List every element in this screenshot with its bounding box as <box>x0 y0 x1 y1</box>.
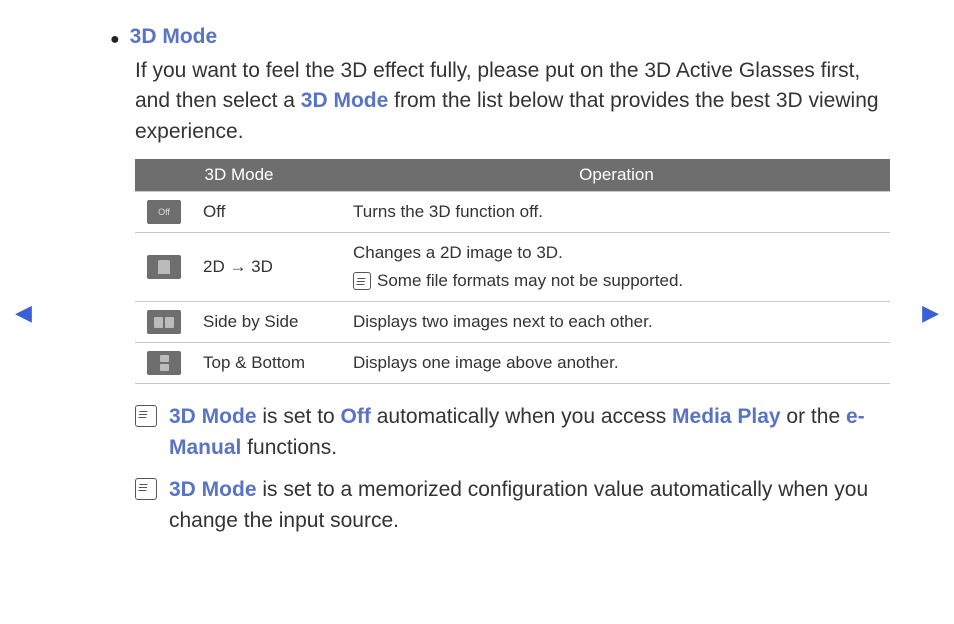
mode-table: 3D Mode Operation Off Off Turns the 3D f… <box>135 159 890 384</box>
bullet-icon: ● <box>110 28 120 52</box>
mode-operation: Displays one image above another. <box>343 343 890 384</box>
note-seg: is set to a memorized configuration valu… <box>169 478 868 531</box>
note-icon <box>353 272 371 290</box>
2d-to-3d-icon <box>147 255 181 279</box>
note-text: 3D Mode is set to Off automatically when… <box>169 402 885 463</box>
prev-page-arrow[interactable]: ◀ <box>15 300 32 326</box>
note-kw: Off <box>341 405 371 428</box>
note-seg: automatically when you access <box>371 405 672 428</box>
note-icon <box>135 478 157 500</box>
mode-icon-cell <box>135 233 193 302</box>
table-row: Top & Bottom Displays one image above an… <box>135 343 890 384</box>
table-row: Off Off Turns the 3D function off. <box>135 192 890 233</box>
subnote-text: Some file formats may not be supported. <box>377 271 683 291</box>
note-seg: functions. <box>241 436 337 459</box>
page-content: ● 3D Mode If you want to feel the 3D eff… <box>105 25 885 548</box>
notes-section: 3D Mode is set to Off automatically when… <box>135 402 885 536</box>
operation-main: Changes a 2D image to 3D. <box>353 243 880 263</box>
mode-icon-cell <box>135 343 193 384</box>
mode-operation: Changes a 2D image to 3D. Some file form… <box>343 233 890 302</box>
side-by-side-icon <box>147 310 181 334</box>
section-title: 3D Mode <box>130 25 218 49</box>
mode-icon-cell <box>135 302 193 343</box>
mode-icon-cell: Off <box>135 192 193 233</box>
header-operation: Operation <box>343 159 890 192</box>
note-kw: Media Play <box>672 405 781 428</box>
mode-operation: Displays two images next to each other. <box>343 302 890 343</box>
intro-paragraph: If you want to feel the 3D effect fully,… <box>135 56 885 147</box>
note-kw: 3D Mode <box>169 478 257 501</box>
off-icon: Off <box>147 200 181 224</box>
table-header-row: 3D Mode Operation <box>135 159 890 192</box>
note-icon <box>135 405 157 427</box>
note-seg: is set to <box>257 405 341 428</box>
table-row: 2D → 3D Changes a 2D image to 3D. Some f… <box>135 233 890 302</box>
top-bottom-icon <box>147 351 181 375</box>
note-text: 3D Mode is set to a memorized configurat… <box>169 475 885 536</box>
mode-name: Off <box>193 192 343 233</box>
intro-keyword: 3D Mode <box>301 89 389 112</box>
mode-name: 2D → 3D <box>193 233 343 302</box>
note-row: 3D Mode is set to Off automatically when… <box>135 402 885 463</box>
header-mode: 3D Mode <box>135 159 343 192</box>
section-header-row: ● 3D Mode <box>105 25 885 52</box>
note-kw: 3D Mode <box>169 405 257 428</box>
mode-name: Top & Bottom <box>193 343 343 384</box>
operation-subnote: Some file formats may not be supported. <box>353 271 880 291</box>
note-row: 3D Mode is set to a memorized configurat… <box>135 475 885 536</box>
mode-name: Side by Side <box>193 302 343 343</box>
mode-operation: Turns the 3D function off. <box>343 192 890 233</box>
note-seg: or the <box>781 405 846 428</box>
next-page-arrow[interactable]: ▶ <box>922 300 939 326</box>
table-row: Side by Side Displays two images next to… <box>135 302 890 343</box>
